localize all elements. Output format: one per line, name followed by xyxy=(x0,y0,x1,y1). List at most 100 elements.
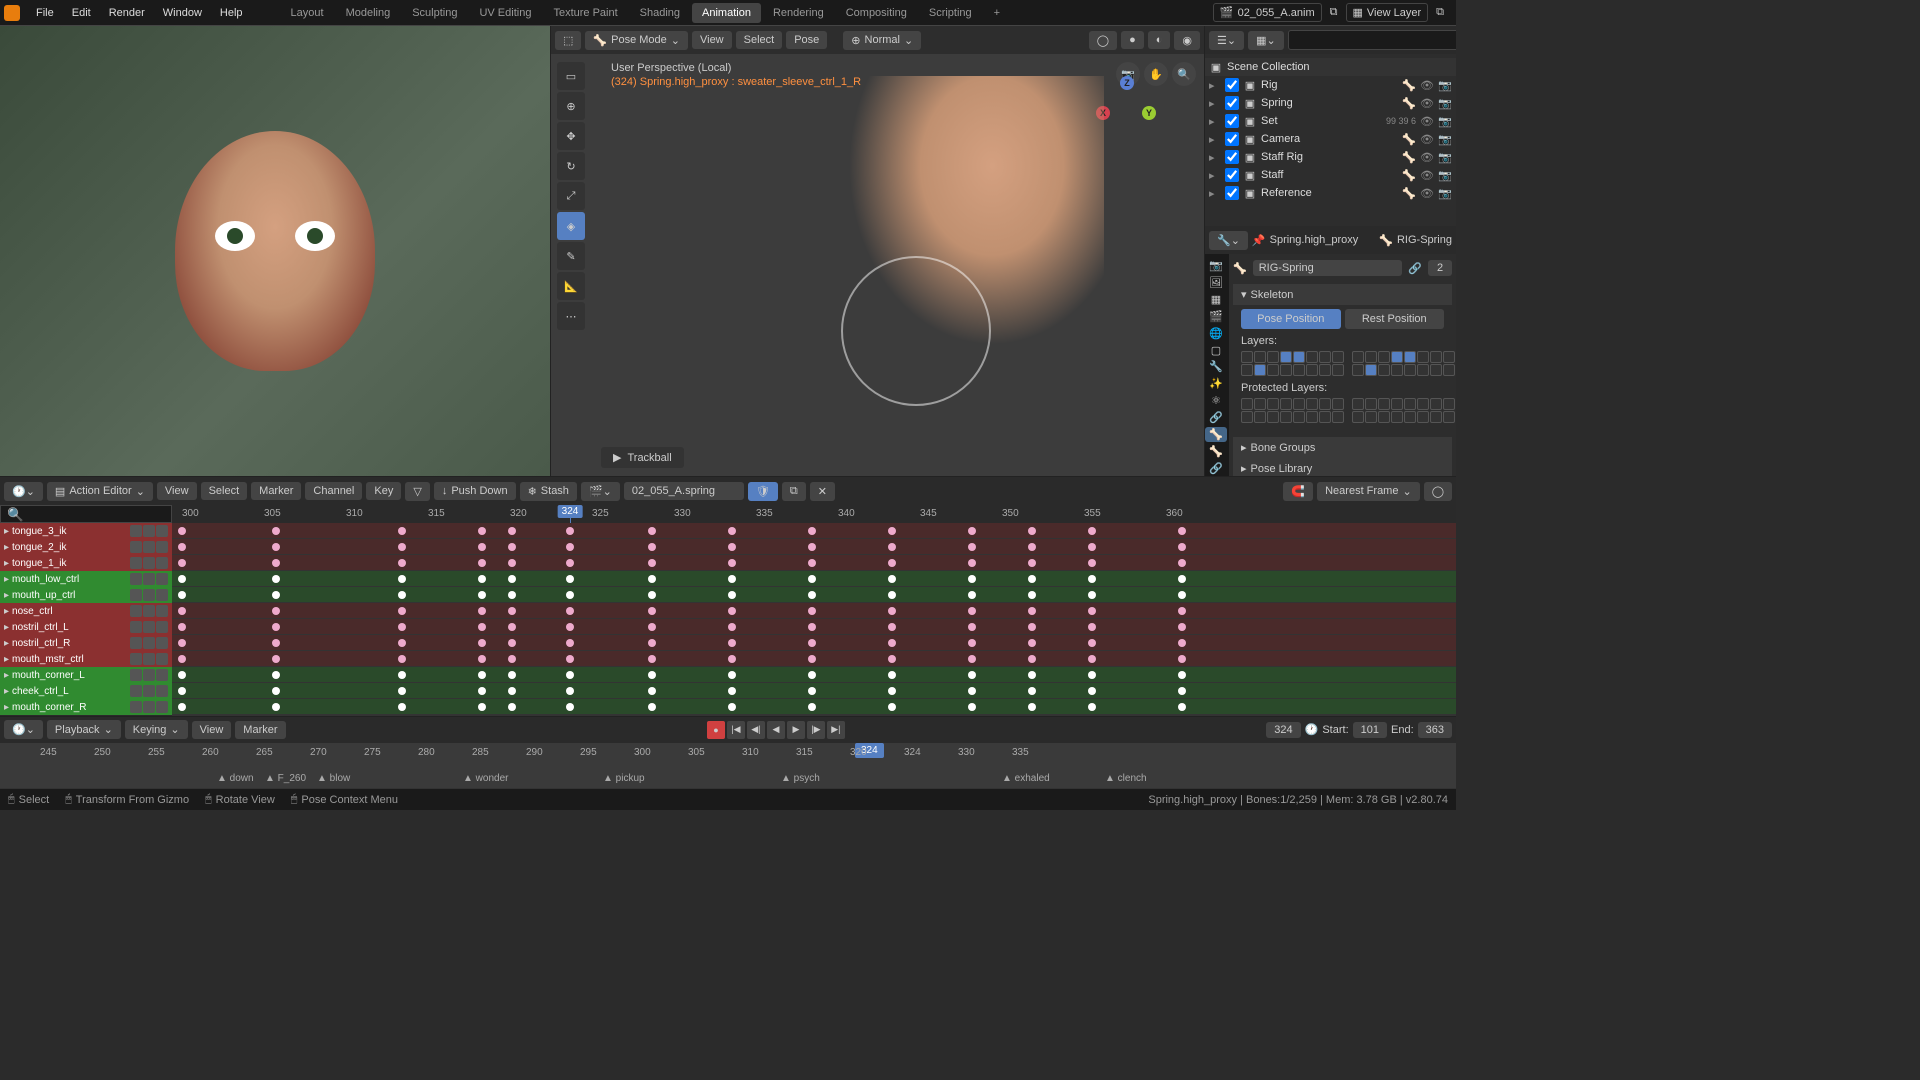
viewport-3d[interactable]: ⬚ 🦴 Pose Mode ⌄ View Select Pose ⊕ Norma… xyxy=(550,26,1204,476)
layer-toggle[interactable] xyxy=(1404,411,1416,423)
tl-keying-menu[interactable]: Keying ⌄ xyxy=(125,720,188,739)
keyframe[interactable] xyxy=(648,687,656,695)
keyframe[interactable] xyxy=(566,671,574,679)
keyframe[interactable] xyxy=(272,559,280,567)
layer-toggle[interactable] xyxy=(1404,351,1416,363)
keyframe[interactable] xyxy=(888,639,896,647)
layer-toggle[interactable] xyxy=(1443,364,1455,376)
keyframe[interactable] xyxy=(478,543,486,551)
tree-item-spring[interactable]: ▸ ▣ Spring 🦴 👁 📷 xyxy=(1205,94,1456,112)
keyframe[interactable] xyxy=(508,591,516,599)
keyframe[interactable] xyxy=(1028,591,1036,599)
keyframe[interactable] xyxy=(178,655,186,663)
layer-toggle[interactable] xyxy=(1391,351,1403,363)
keyframe[interactable] xyxy=(1028,559,1036,567)
tree-expand-icon[interactable]: ▸ xyxy=(1209,151,1221,164)
keyframe[interactable] xyxy=(566,575,574,583)
keyframe[interactable] xyxy=(728,591,736,599)
keyframe[interactable] xyxy=(808,559,816,567)
visibility-icon[interactable]: 👁 xyxy=(1420,115,1434,128)
render-visibility-icon[interactable]: 📷 xyxy=(1438,133,1452,146)
marker-determined[interactable]: determined xyxy=(848,715,898,716)
mute-icon[interactable] xyxy=(143,637,155,649)
rig-users[interactable]: 2 xyxy=(1428,260,1452,276)
keyframe[interactable] xyxy=(566,591,574,599)
keyframe[interactable] xyxy=(178,639,186,647)
layer-toggle[interactable] xyxy=(1332,351,1344,363)
tab-animation[interactable]: Animation xyxy=(692,3,761,23)
marker-clench[interactable]: clench xyxy=(593,715,622,716)
play-reverse-btn[interactable]: ◀ xyxy=(767,721,785,739)
keyframe[interactable] xyxy=(888,655,896,663)
keyframe[interactable] xyxy=(178,543,186,551)
shading-solid-icon[interactable]: ● xyxy=(1121,31,1144,49)
visibility-icon[interactable]: 👁 xyxy=(1420,187,1434,200)
keyframe[interactable] xyxy=(968,687,976,695)
layer-toggle[interactable] xyxy=(1365,398,1377,410)
keyframe[interactable] xyxy=(398,623,406,631)
track[interactable] xyxy=(172,651,1456,667)
keyframe[interactable] xyxy=(398,687,406,695)
mode-dropdown[interactable]: 🦴 Pose Mode ⌄ xyxy=(585,31,688,50)
keyframe[interactable] xyxy=(272,639,280,647)
keyframe[interactable] xyxy=(508,703,516,711)
keyframe[interactable] xyxy=(566,687,574,695)
wrench-icon[interactable] xyxy=(130,653,142,665)
keyframe[interactable] xyxy=(566,623,574,631)
keyframe[interactable] xyxy=(1178,671,1186,679)
keyframe[interactable] xyxy=(1178,655,1186,663)
visibility-icon[interactable]: 👁 xyxy=(1420,151,1434,164)
ds-menu-key[interactable]: Key xyxy=(366,482,401,500)
rotation-gizmo[interactable] xyxy=(841,256,991,406)
link-icon[interactable]: 🔗 xyxy=(1408,262,1422,275)
tab-sculpting[interactable]: Sculpting xyxy=(402,3,467,23)
expand-icon[interactable]: ▸ xyxy=(4,638,9,649)
keyframe[interactable] xyxy=(968,671,976,679)
mute-icon[interactable] xyxy=(143,685,155,697)
action-name-field[interactable]: 02_055_A.spring xyxy=(624,482,744,500)
track[interactable] xyxy=(172,539,1456,555)
keyframe[interactable] xyxy=(398,607,406,615)
tl-marker-psych[interactable]: ▲ psych xyxy=(781,773,820,784)
prop-type-icon[interactable]: 🔧⌄ xyxy=(1209,231,1248,250)
expand-icon[interactable]: ▸ xyxy=(4,526,9,537)
keyframe[interactable] xyxy=(968,575,976,583)
expand-icon[interactable]: ▸ xyxy=(4,686,9,697)
tree-expand-icon[interactable]: ▸ xyxy=(1209,169,1221,182)
tab-armature-icon[interactable]: 🦴 xyxy=(1205,427,1227,442)
ds-snap-icon[interactable]: 🧲 xyxy=(1283,482,1313,501)
outliner-search[interactable] xyxy=(1288,30,1456,50)
wrench-icon[interactable] xyxy=(130,525,142,537)
keyframe[interactable] xyxy=(1088,671,1096,679)
tab-render-icon[interactable]: 📷 xyxy=(1205,258,1227,273)
keyframe[interactable] xyxy=(508,687,516,695)
marker-down[interactable]: down xyxy=(709,715,733,716)
marker-psych[interactable]: psych xyxy=(187,715,213,716)
keyframe[interactable] xyxy=(272,671,280,679)
start-frame-field[interactable]: 101 xyxy=(1353,722,1387,738)
tool-move[interactable]: ✥ xyxy=(557,122,585,150)
tool-scale[interactable]: ⤢ xyxy=(557,182,585,210)
marker-extreme[interactable]: extreme xyxy=(1081,715,1117,716)
layer-toggle[interactable] xyxy=(1365,351,1377,363)
track[interactable] xyxy=(172,635,1456,651)
layer-toggle[interactable] xyxy=(1293,411,1305,423)
section-skeleton[interactable]: ▾ Skeleton xyxy=(1233,284,1452,305)
tree-expand-icon[interactable]: ▸ xyxy=(1209,133,1221,146)
keyframe[interactable] xyxy=(566,639,574,647)
rest-position-btn[interactable]: Rest Position xyxy=(1345,309,1445,329)
keyframe[interactable] xyxy=(1178,559,1186,567)
keyframe[interactable] xyxy=(968,607,976,615)
layer-toggle[interactable] xyxy=(1319,411,1331,423)
menu-help[interactable]: Help xyxy=(212,3,251,23)
keyframe[interactable] xyxy=(272,687,280,695)
keyframe[interactable] xyxy=(478,639,486,647)
tl-marker-wonder[interactable]: ▲ wonder xyxy=(463,773,508,784)
autokey-btn[interactable]: ● xyxy=(707,721,725,739)
wrench-icon[interactable] xyxy=(130,557,142,569)
tl-marker-pickup[interactable]: ▲ pickup xyxy=(603,773,645,784)
tab-modeling[interactable]: Modeling xyxy=(336,3,401,23)
keyframe[interactable] xyxy=(1088,687,1096,695)
keyframe[interactable] xyxy=(1028,671,1036,679)
keyframe[interactable] xyxy=(478,591,486,599)
